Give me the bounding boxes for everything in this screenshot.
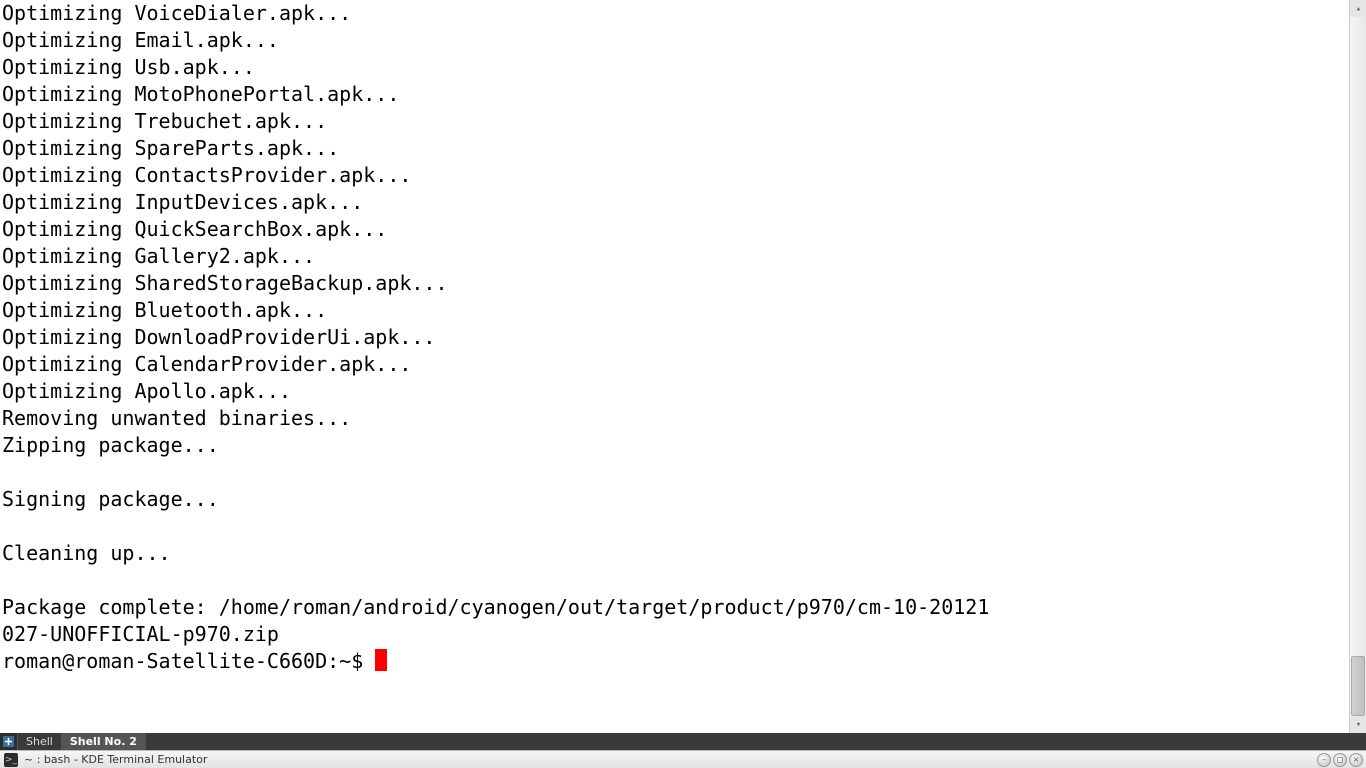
terminal-lines: Optimizing VoiceDialer.apk... Optimizing…	[2, 1, 989, 646]
scrollbar-thumb[interactable]	[1351, 656, 1365, 716]
terminal-app-icon: >_	[4, 753, 18, 767]
new-tab-icon	[3, 736, 14, 747]
minimize-button[interactable]: –	[1317, 753, 1331, 767]
scrollbar-track[interactable]	[1350, 17, 1366, 716]
terminal-tab-0[interactable]: Shell	[18, 733, 62, 750]
scroll-up-button[interactable]: ▴	[1350, 0, 1366, 17]
close-button[interactable]: ×	[1349, 753, 1363, 767]
terminal-output-area[interactable]: Optimizing VoiceDialer.apk... Optimizing…	[0, 0, 1349, 733]
window-titlebar[interactable]: >_ ~ : bash - KDE Terminal Emulator – ◻ …	[0, 750, 1366, 768]
terminal-tab-1[interactable]: Shell No. 2	[62, 733, 146, 750]
vertical-scrollbar[interactable]: ▴ ▾	[1349, 0, 1366, 733]
shell-prompt: roman@roman-Satellite-C660D:~$	[2, 649, 375, 673]
scroll-down-button[interactable]: ▾	[1350, 716, 1366, 733]
cursor-block	[375, 649, 387, 671]
window-title: ~ : bash - KDE Terminal Emulator	[22, 753, 1317, 766]
window-controls: – ◻ ×	[1317, 753, 1366, 767]
maximize-button[interactable]: ◻	[1333, 753, 1347, 767]
new-tab-button[interactable]	[0, 733, 18, 750]
terminal-tab-bar: ShellShell No. 2	[0, 733, 1366, 750]
